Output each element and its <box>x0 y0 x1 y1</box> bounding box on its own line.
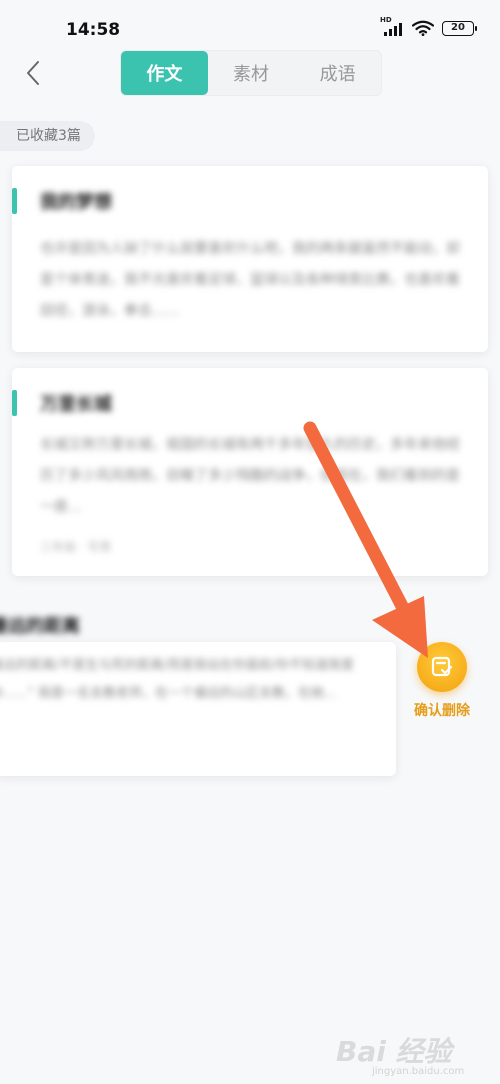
top-nav: 作文 素材 成语 <box>0 48 500 98</box>
confirm-delete-icon <box>431 656 453 677</box>
card-accent-bar <box>12 188 17 214</box>
confirm-delete-label: 确认删除 <box>414 703 470 719</box>
wifi-icon <box>412 20 434 36</box>
watermark-logo: Bai 经验 <box>336 1035 452 1068</box>
card-excerpt: 长城又称万里长城，祖国的长城有两千多年悠久的历史，多年来他经历了多少风风雨雨，目… <box>40 437 460 515</box>
status-time: 14:58 <box>66 20 121 40</box>
card-title: 最远的距离 <box>0 616 80 637</box>
watermark-url: jingyan.baidu.com <box>372 1066 465 1077</box>
watermark: Bai 经验 jingyan.baidu.com <box>336 1030 486 1080</box>
confirm-delete-button[interactable] <box>417 642 467 692</box>
chevron-left-icon[interactable] <box>22 60 46 86</box>
saved-count-badge: 已收藏3篇 <box>0 121 95 151</box>
card-accent-bar <box>12 390 17 416</box>
signal-icon: HD <box>380 16 404 36</box>
category-tabs: 作文 素材 成语 <box>120 50 382 96</box>
tab-essay[interactable]: 作文 <box>121 51 208 95</box>
favorite-card[interactable]: 我的梦想 也许是因为人缺了什么就要喜欢什么吧，我的两条腿虽然不能动，却是个体育迷… <box>12 166 488 352</box>
card-meta: 三年级 · 写景 <box>40 540 112 554</box>
card-title: 万里长城 <box>40 394 112 415</box>
card-excerpt: 也许是因为人缺了什么就要喜欢什么吧，我的两条腿虽然不能动，却是个体育迷，我不光喜… <box>40 241 460 319</box>
battery-icon: 20 <box>442 20 477 36</box>
tab-material[interactable]: 素材 <box>208 51 295 95</box>
confirm-delete-action[interactable]: 确认删除 <box>404 642 480 720</box>
tab-idiom[interactable]: 成语 <box>294 51 381 95</box>
favorite-card[interactable]: 万里长城 长城又称万里长城，祖国的长城有两千多年悠久的历史，多年来他经历了多少风… <box>12 368 488 576</box>
card-title: 我的梦想 <box>40 192 112 213</box>
favorite-card-swiped[interactable]: 最远的距离 最远的距离/不是生与死的距离/而是我站在你面前/你不知道我爱你...… <box>0 606 396 776</box>
card-excerpt: 最远的距离/不是生与死的距离/而是我站在你面前/你不知道我爱你......" 我… <box>0 658 355 701</box>
status-bar: 14:58 HD 20 <box>0 0 500 52</box>
status-icons: HD 20 <box>380 16 477 36</box>
